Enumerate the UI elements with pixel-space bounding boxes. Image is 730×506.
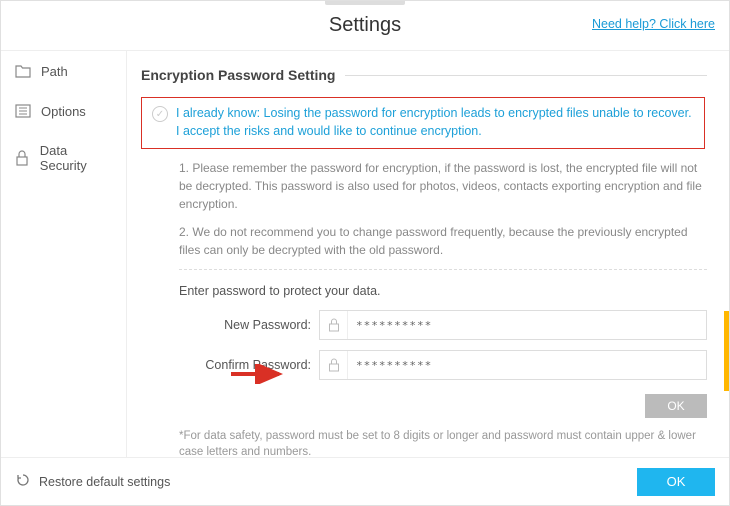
section-title: Encryption Password Setting <box>141 67 707 83</box>
sidebar-item-path[interactable]: Path <box>1 51 126 91</box>
sidebar: Path Options Data Security <box>1 51 127 457</box>
folder-icon <box>15 63 31 79</box>
warning-box[interactable]: ✓ I already know: Losing the password fo… <box>141 97 705 149</box>
new-password-row: New Password: <box>141 310 707 340</box>
sidebar-item-options[interactable]: Options <box>1 91 126 131</box>
sidebar-item-label: Options <box>41 104 86 119</box>
confirm-password-label: Confirm Password: <box>179 358 319 372</box>
scrollbar-thumb[interactable] <box>724 311 729 391</box>
page-title: Settings <box>329 14 401 37</box>
content-panel: Encryption Password Setting ✓ I already … <box>127 51 729 457</box>
lock-icon <box>320 351 348 379</box>
help-link[interactable]: Need help? Click here <box>592 17 715 31</box>
sidebar-item-label: Data Security <box>40 143 112 173</box>
new-password-input[interactable] <box>348 311 706 339</box>
password-hint: *For data safety, password must be set t… <box>141 418 707 457</box>
restore-icon <box>15 472 31 491</box>
check-icon: ✓ <box>152 106 168 122</box>
new-password-input-wrap[interactable] <box>319 310 707 340</box>
confirm-password-input[interactable] <box>348 351 706 379</box>
lock-icon <box>320 311 348 339</box>
list-icon <box>15 103 31 119</box>
lock-icon <box>15 150 30 166</box>
sidebar-item-data-security[interactable]: Data Security <box>1 131 126 185</box>
note-1: 1. Please remember the password for encr… <box>141 159 707 213</box>
confirm-password-input-wrap[interactable] <box>319 350 707 380</box>
ok-button[interactable]: OK <box>637 468 715 496</box>
footer: Restore default settings OK <box>1 457 729 505</box>
header: Settings Need help? Click here <box>1 1 729 51</box>
note-2: 2. We do not recommend you to change pas… <box>141 223 707 259</box>
confirm-password-row: Confirm Password: <box>141 350 707 380</box>
separator <box>179 269 707 270</box>
password-prompt: Enter password to protect your data. <box>141 284 707 298</box>
restore-label: Restore default settings <box>39 475 170 489</box>
sidebar-item-label: Path <box>41 64 68 79</box>
ok-password-button[interactable]: OK <box>645 394 707 418</box>
restore-defaults-button[interactable]: Restore default settings <box>15 472 170 491</box>
window-drag-handle <box>325 1 405 5</box>
warning-text: I already know: Losing the password for … <box>176 104 694 140</box>
new-password-label: New Password: <box>179 318 319 332</box>
